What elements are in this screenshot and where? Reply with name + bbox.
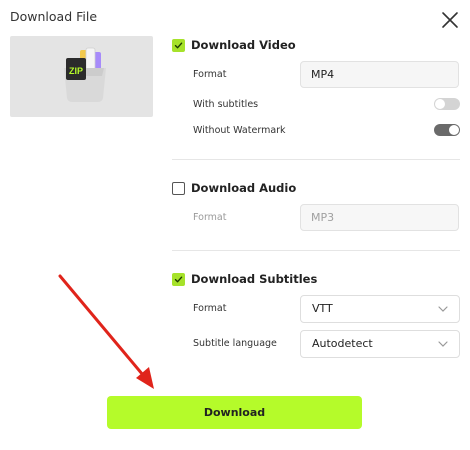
download-subtitles-checkbox-row[interactable]: Download Subtitles bbox=[172, 272, 317, 286]
download-audio-checkbox[interactable] bbox=[172, 181, 185, 195]
check-icon bbox=[174, 276, 183, 282]
subtitle-language-value: Autodetect bbox=[312, 337, 373, 350]
subtitle-format-label: Format bbox=[193, 303, 227, 314]
download-audio-checkbox-row[interactable]: Download Audio bbox=[172, 181, 296, 195]
download-audio-label: Download Audio bbox=[191, 181, 297, 195]
audio-format-field: MP3 bbox=[300, 204, 459, 231]
toggle-knob bbox=[449, 125, 459, 135]
without-watermark-label: Without Watermark bbox=[193, 125, 286, 136]
chevron-down-icon bbox=[438, 306, 448, 312]
check-icon bbox=[174, 42, 183, 48]
subtitle-language-select[interactable]: Autodetect bbox=[300, 330, 460, 358]
zip-icon-text: ZIP bbox=[69, 66, 83, 76]
download-subtitles-checkbox[interactable] bbox=[172, 272, 185, 286]
download-file-dialog: Download File ZIP Download Video Format … bbox=[0, 0, 470, 450]
video-format-field[interactable]: MP4 bbox=[300, 61, 459, 88]
subtitle-language-label: Subtitle language bbox=[193, 338, 277, 349]
chevron-down-icon bbox=[438, 341, 448, 347]
with-subtitles-label: With subtitles bbox=[193, 99, 259, 110]
subtitle-format-value: VTT bbox=[312, 302, 333, 315]
with-subtitles-toggle[interactable] bbox=[434, 98, 460, 110]
subtitle-format-select[interactable]: VTT bbox=[300, 295, 460, 323]
video-format-label: Format bbox=[193, 69, 227, 80]
file-thumbnail: ZIP bbox=[10, 36, 153, 117]
zip-archive-icon: ZIP bbox=[60, 46, 110, 104]
audio-format-label: Format bbox=[193, 212, 227, 223]
toggle-knob bbox=[435, 99, 445, 109]
download-video-checkbox-row[interactable]: Download Video bbox=[172, 38, 296, 52]
close-icon[interactable] bbox=[440, 10, 460, 30]
without-watermark-toggle[interactable] bbox=[434, 124, 460, 136]
dialog-title: Download File bbox=[10, 9, 98, 24]
download-subtitles-label: Download Subtitles bbox=[191, 272, 318, 286]
section-divider bbox=[172, 250, 460, 251]
section-divider bbox=[172, 159, 460, 160]
download-video-label: Download Video bbox=[191, 38, 296, 52]
download-button[interactable]: Download bbox=[107, 396, 362, 429]
download-video-checkbox[interactable] bbox=[172, 38, 185, 52]
